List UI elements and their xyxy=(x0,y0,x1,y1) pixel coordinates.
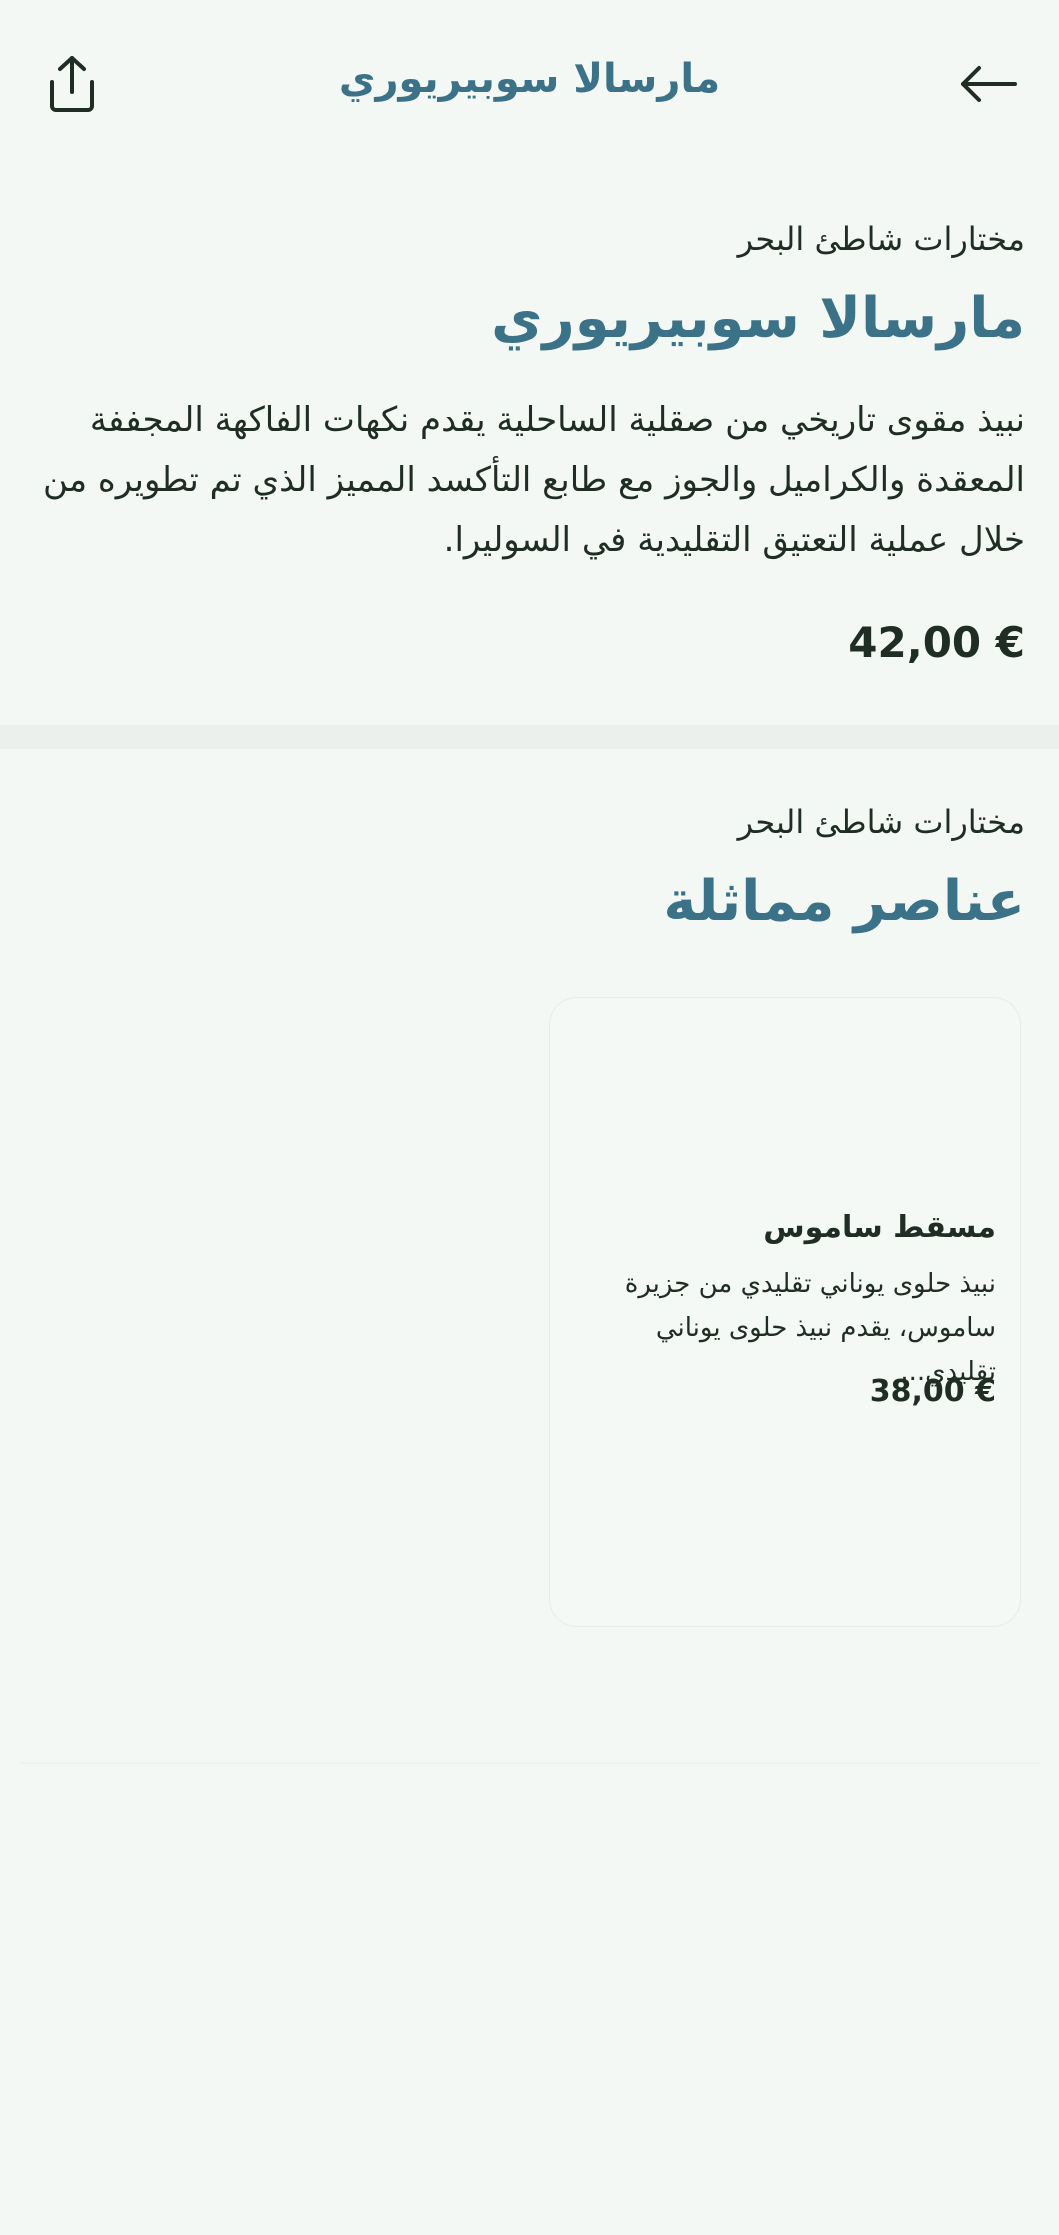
top-bar: مارسالا سوبيريوري xyxy=(0,0,1059,170)
similar-item-card[interactable]: مسقط ساموس نبيذ حلوى يوناني تقليدي من جز… xyxy=(549,997,1021,1627)
product-detail-page: مارسالا سوبيريوري مختارات شاطئ البحر مار… xyxy=(0,0,1059,2235)
back-button[interactable] xyxy=(949,44,1029,124)
product-price: 42,00 € xyxy=(848,618,1025,667)
product-name: مارسالا سوبيريوري xyxy=(491,286,1025,351)
share-icon xyxy=(50,56,94,112)
product-info: مختارات شاطئ البحر مارسالا سوبيريوري نبي… xyxy=(0,170,1059,725)
arrow-left-icon xyxy=(961,66,1017,102)
product-description: نبيذ مقوى تاريخي من صقلية الساحلية يقدم … xyxy=(43,400,1025,560)
similar-item-name: مسقط ساموس xyxy=(763,1210,996,1245)
similar-items-section: مختارات شاطئ البحر عناصر مماثلة مسقط سام… xyxy=(0,749,1059,1749)
share-button[interactable] xyxy=(32,44,112,124)
header-title: مارسالا سوبيريوري xyxy=(338,56,721,102)
product-category: مختارات شاطئ البحر xyxy=(737,220,1025,258)
similar-items-title: عناصر مماثلة xyxy=(663,869,1025,934)
section-divider xyxy=(0,725,1059,749)
bottom-divider xyxy=(20,1762,1040,1764)
similar-category: مختارات شاطئ البحر xyxy=(737,803,1025,841)
similar-item-price: 38,00 € xyxy=(869,1374,996,1409)
